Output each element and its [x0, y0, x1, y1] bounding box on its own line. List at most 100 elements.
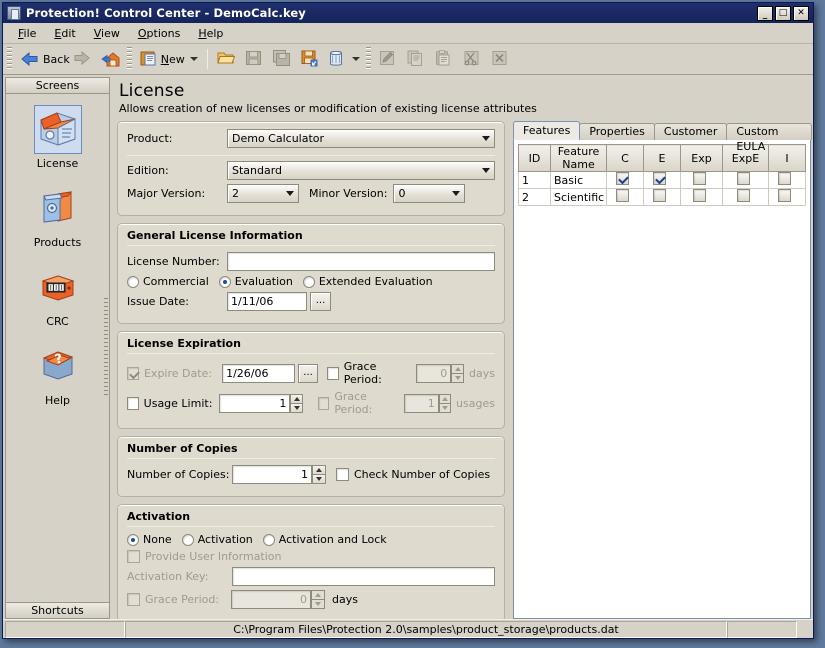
number-of-copies-input[interactable]: 1 [232, 465, 312, 484]
sidebar-header-screens[interactable]: Screens [5, 77, 110, 94]
tab-properties[interactable]: Properties [579, 123, 655, 140]
license-number-input[interactable] [227, 252, 495, 271]
cell-e[interactable] [644, 172, 681, 189]
sidebar-footer-shortcuts[interactable]: Shortcuts [5, 602, 110, 619]
table-row[interactable]: 2 Scientific [519, 189, 806, 206]
check-number-of-copies-checkbox[interactable] [336, 468, 349, 481]
expire-date-checkbox[interactable] [127, 367, 139, 380]
cell-e[interactable] [644, 189, 681, 206]
usage-grace-checkbox[interactable] [318, 397, 330, 410]
cell-exp[interactable] [681, 189, 723, 206]
activation-grace-input[interactable]: 0 [231, 590, 311, 609]
open-button[interactable] [212, 47, 240, 71]
cell-c[interactable] [607, 172, 644, 189]
edition-select[interactable]: Standard [227, 161, 495, 180]
sidebar-item-help[interactable]: ? Help [6, 342, 109, 407]
minimize-button[interactable]: _ [757, 6, 773, 21]
activation-key-input[interactable] [232, 567, 495, 586]
usage-limit-checkbox[interactable] [127, 397, 139, 410]
radio-activation-label: Activation [198, 533, 253, 546]
feature-checkbox-e[interactable] [653, 172, 666, 185]
menu-help[interactable]: Help [189, 25, 232, 42]
column-header-exp[interactable]: Exp [681, 145, 723, 172]
cell-id: 2 [519, 189, 551, 206]
feature-checkbox-c[interactable] [616, 172, 629, 185]
feature-checkbox-exp[interactable] [693, 189, 706, 202]
sidebar-item-crc[interactable]: CRC [6, 263, 109, 328]
column-header-e[interactable]: E [644, 145, 681, 172]
feature-checkbox-expe[interactable] [737, 189, 750, 202]
menu-view[interactable]: View [85, 25, 129, 42]
feature-checkbox-i[interactable] [778, 189, 791, 202]
save-as-button[interactable] [296, 47, 324, 71]
usage-limit-input[interactable]: 1 [219, 394, 290, 413]
toolbar-grip-1[interactable] [7, 47, 12, 71]
product-select-value: Demo Calculator [232, 132, 478, 145]
cell-exp[interactable] [681, 172, 723, 189]
feature-checkbox-i[interactable] [778, 172, 791, 185]
back-button[interactable]: Back [15, 47, 96, 71]
cell-c[interactable] [607, 189, 644, 206]
major-version-select[interactable]: 2 [227, 184, 299, 203]
radio-activation-none[interactable]: None [127, 533, 172, 546]
new-button-label: New [161, 53, 185, 66]
issue-date-browse-button[interactable]: ... [310, 292, 331, 311]
toolbar-grip-2[interactable] [127, 47, 132, 71]
expire-date-browse-button[interactable]: ... [298, 364, 317, 383]
cell-expe[interactable] [723, 172, 769, 189]
maximize-button[interactable]: □ [775, 6, 791, 21]
radio-activation-and-lock-indicator [263, 534, 275, 546]
minor-version-select[interactable]: 0 [393, 184, 465, 203]
column-header-i[interactable]: I [769, 145, 806, 172]
tab-customer[interactable]: Customer [654, 123, 727, 140]
new-dropdown-chevron-icon[interactable] [190, 57, 198, 61]
feature-checkbox-c[interactable] [616, 189, 629, 202]
menu-options[interactable]: Options [129, 25, 189, 42]
expire-grace-checkbox[interactable] [327, 367, 339, 380]
column-header-id[interactable]: ID [519, 145, 551, 172]
close-button[interactable]: ✕ [793, 6, 809, 21]
table-row[interactable]: 1 Basic [519, 172, 806, 189]
column-header-name[interactable]: Feature Name [551, 145, 607, 172]
home-button[interactable] [96, 47, 126, 71]
feature-checkbox-e[interactable] [653, 189, 666, 202]
expire-date-input[interactable]: 1/26/06 [222, 364, 295, 383]
activation-key-label: Activation Key: [127, 570, 232, 583]
edit-button [374, 47, 402, 71]
new-button[interactable]: New [135, 47, 203, 71]
radio-activation-and-lock[interactable]: Activation and Lock [263, 533, 387, 546]
issue-date-input[interactable]: 1/11/06 [227, 292, 307, 311]
provide-user-information-checkbox[interactable] [127, 550, 140, 563]
expire-grace-input[interactable]: 0 [416, 364, 451, 383]
radio-evaluation[interactable]: Evaluation [219, 275, 293, 288]
database-button[interactable] [324, 47, 365, 71]
radio-extended-evaluation[interactable]: Extended Evaluation [303, 275, 433, 288]
cell-i[interactable] [769, 189, 806, 206]
activation-grace-checkbox[interactable] [127, 593, 140, 606]
radio-activation[interactable]: Activation [182, 533, 253, 546]
resize-grip-icon[interactable] [797, 621, 811, 638]
usage-grace-stepper[interactable] [439, 394, 451, 413]
expire-grace-stepper[interactable] [451, 364, 464, 383]
sidebar-item-products[interactable]: Products [6, 184, 109, 249]
feature-checkbox-exp[interactable] [693, 172, 706, 185]
sidebar-splitter-grip[interactable] [104, 298, 108, 398]
column-header-c[interactable]: C [607, 145, 644, 172]
number-of-copies-stepper[interactable] [312, 465, 326, 484]
feature-checkbox-expe[interactable] [737, 172, 750, 185]
database-dropdown-chevron-icon[interactable] [352, 57, 360, 61]
menu-edit[interactable]: Edit [45, 25, 84, 42]
menu-file[interactable]: File [9, 25, 45, 42]
usage-grace-input[interactable]: 1 [404, 394, 438, 413]
toolbar-grip-3[interactable] [366, 47, 371, 71]
tab-custom-eula[interactable]: Custom EULA [726, 123, 812, 140]
usage-limit-stepper[interactable] [290, 394, 302, 413]
sidebar-item-license[interactable]: License [6, 105, 109, 170]
cell-name: Scientific [551, 189, 607, 206]
product-select[interactable]: Demo Calculator [227, 129, 495, 148]
activation-grace-stepper[interactable] [311, 590, 325, 609]
tab-features[interactable]: Features [513, 121, 580, 140]
cell-expe[interactable] [723, 189, 769, 206]
cell-i[interactable] [769, 172, 806, 189]
radio-commercial[interactable]: Commercial [127, 275, 209, 288]
